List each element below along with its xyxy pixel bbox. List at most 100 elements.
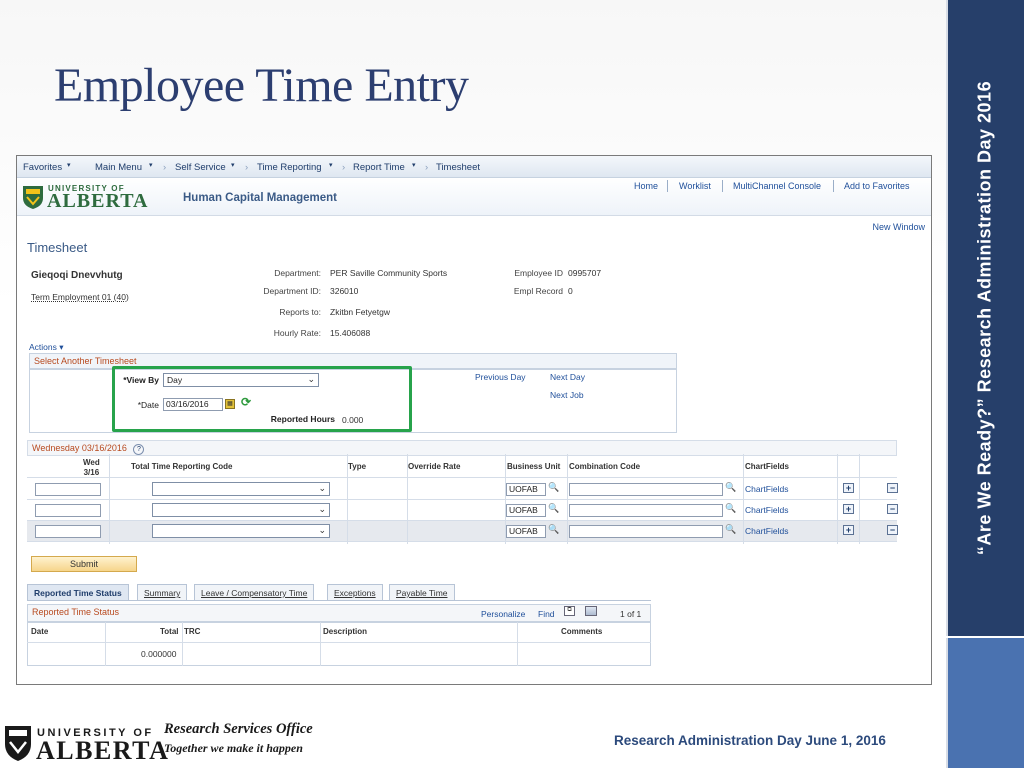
status-total-value: 0.000000: [141, 649, 177, 659]
delete-row-button[interactable]: −: [887, 525, 898, 535]
nav-favorites[interactable]: Favorites: [23, 162, 62, 173]
delete-row-button[interactable]: −: [887, 483, 898, 493]
chevron-down-icon: ▾: [412, 162, 416, 169]
search-icon[interactable]: 🔍: [548, 482, 559, 493]
next-job-link[interactable]: Next Job: [550, 390, 584, 400]
add-row-button[interactable]: +: [843, 525, 854, 535]
search-icon[interactable]: 🔍: [548, 524, 559, 535]
tab-summary[interactable]: Summary: [137, 584, 188, 600]
app-title: Human Capital Management: [183, 192, 337, 204]
trc-select[interactable]: ⌄: [152, 524, 330, 538]
employee-id-label: Employee ID: [514, 268, 563, 278]
tab-exceptions[interactable]: Exceptions: [327, 584, 383, 600]
grid-divider: [407, 454, 408, 544]
tab-reported-time-status[interactable]: Reported Time Status: [27, 584, 129, 600]
side-band-text: “Are We Ready?” Research Administration …: [974, 80, 995, 556]
breadcrumb-sep: ›: [245, 162, 249, 173]
search-icon[interactable]: 🔍: [725, 482, 736, 493]
help-icon[interactable]: ?: [133, 444, 145, 455]
header-link-add-favorites[interactable]: Add to Favorites: [844, 181, 910, 191]
day-grid-header: Wednesday 03/16/2016 ?: [27, 440, 897, 456]
download-icon[interactable]: [585, 606, 597, 616]
header-link-home[interactable]: Home: [634, 181, 658, 191]
chevron-down-icon: ⌄: [318, 525, 326, 535]
grid-divider: [109, 454, 110, 544]
employee-id-value: 0995707: [568, 268, 602, 278]
header-link-multichannel[interactable]: MultiChannel Console: [733, 181, 821, 191]
hours-input[interactable]: [35, 525, 101, 538]
app-header: UNIVERSITY OF ALBERTA Human Capital Mana…: [17, 178, 931, 216]
grid-divider: [837, 454, 838, 544]
col-bu: Business Unit: [507, 462, 561, 471]
hours-input[interactable]: [35, 504, 101, 517]
trc-select[interactable]: ⌄: [152, 503, 330, 517]
status-divider: [320, 622, 321, 666]
chevron-down-icon: ⌄: [318, 483, 326, 493]
dept-id-label: Department ID:: [263, 286, 321, 296]
combination-code-input[interactable]: [569, 483, 723, 496]
header-link-worklist[interactable]: Worklist: [679, 181, 711, 191]
university-crest-icon: [23, 186, 43, 209]
reports-to-value: Zkitbn Fetyetgw: [330, 307, 390, 317]
table-row: ⌄ UOFAB 🔍 🔍 ChartFields + −: [27, 500, 898, 521]
view-all-icon[interactable]: ⧉: [564, 606, 575, 616]
grid-header-line: [27, 477, 897, 478]
nav-timesheet[interactable]: Timesheet: [436, 162, 480, 173]
chartfields-link[interactable]: ChartFields: [745, 484, 788, 494]
next-day-link[interactable]: Next Day: [550, 372, 585, 382]
grid-divider: [505, 454, 506, 544]
tab-payable-time[interactable]: Payable Time: [389, 584, 455, 600]
col-chartfields: ChartFields: [745, 462, 790, 471]
delete-row-button[interactable]: −: [887, 504, 898, 514]
trc-select[interactable]: ⌄: [152, 482, 330, 496]
empl-record-label: Empl Record: [513, 286, 563, 296]
table-row: ⌄ UOFAB 🔍 🔍 ChartFields + −: [27, 479, 898, 500]
nav-report-time[interactable]: Report Time: [353, 162, 405, 173]
hourly-rate-value: 15.406088: [330, 328, 371, 338]
chevron-down-icon: ▾: [329, 162, 333, 169]
search-icon[interactable]: 🔍: [725, 524, 736, 535]
status-divider: [182, 622, 183, 666]
grid-divider: [347, 454, 348, 544]
reports-to-label: Reports to:: [279, 307, 321, 317]
chartfields-link[interactable]: ChartFields: [745, 505, 788, 515]
logo-alberta-text: ALBERTA: [47, 190, 149, 212]
page-title: Timesheet: [27, 240, 88, 255]
chartfields-link[interactable]: ChartFields: [745, 526, 788, 536]
combination-code-input[interactable]: [569, 525, 723, 538]
hours-input[interactable]: [35, 483, 101, 496]
peoplesoft-screenshot: Favorites ▾ Main Menu ▾ › Self Service ▾…: [16, 155, 932, 685]
employee-name: Gieqoqi Dnevvhutg: [31, 270, 123, 281]
business-unit-input[interactable]: UOFAB: [506, 525, 546, 538]
chevron-down-icon: ▾: [231, 162, 235, 169]
new-window-link[interactable]: New Window: [872, 222, 925, 232]
combination-code-input[interactable]: [569, 504, 723, 517]
add-row-button[interactable]: +: [843, 483, 854, 493]
business-unit-input[interactable]: UOFAB: [506, 504, 546, 517]
col-combo: Combination Code: [569, 462, 641, 471]
hourly-rate-label: Hourly Rate:: [273, 328, 321, 338]
status-col-trc: TRC: [184, 627, 201, 636]
personalize-link[interactable]: Personalize: [481, 609, 525, 619]
side-band-bottom: [946, 638, 1024, 768]
nav-time-reporting[interactable]: Time Reporting: [257, 162, 322, 173]
employment-link[interactable]: Term Employment 01 (40): [31, 292, 129, 302]
nav-self-service[interactable]: Self Service: [175, 162, 226, 173]
status-divider: [517, 622, 518, 666]
table-row: ⌄ UOFAB 🔍 🔍 ChartFields + −: [27, 521, 898, 542]
tab-leave-compensatory[interactable]: Leave / Compensatory Time: [194, 584, 315, 600]
nav-main-menu[interactable]: Main Menu: [95, 162, 142, 173]
status-col-description: Description: [323, 627, 368, 636]
search-icon[interactable]: 🔍: [548, 503, 559, 514]
previous-day-link[interactable]: Previous Day: [475, 372, 526, 382]
find-link[interactable]: Find: [538, 609, 555, 619]
add-row-button[interactable]: +: [843, 504, 854, 514]
search-icon[interactable]: 🔍: [725, 503, 736, 514]
footer-alberta-text: ALBERTA: [36, 736, 170, 765]
col-override: Override Rate: [408, 462, 461, 471]
business-unit-input[interactable]: UOFAB: [506, 483, 546, 496]
status-header: Reported Time Status: [27, 604, 651, 622]
submit-button[interactable]: Submit: [31, 556, 137, 572]
footer-event: Research Administration Day June 1, 2016: [614, 733, 886, 748]
actions-menu[interactable]: Actions ▾: [29, 342, 64, 353]
